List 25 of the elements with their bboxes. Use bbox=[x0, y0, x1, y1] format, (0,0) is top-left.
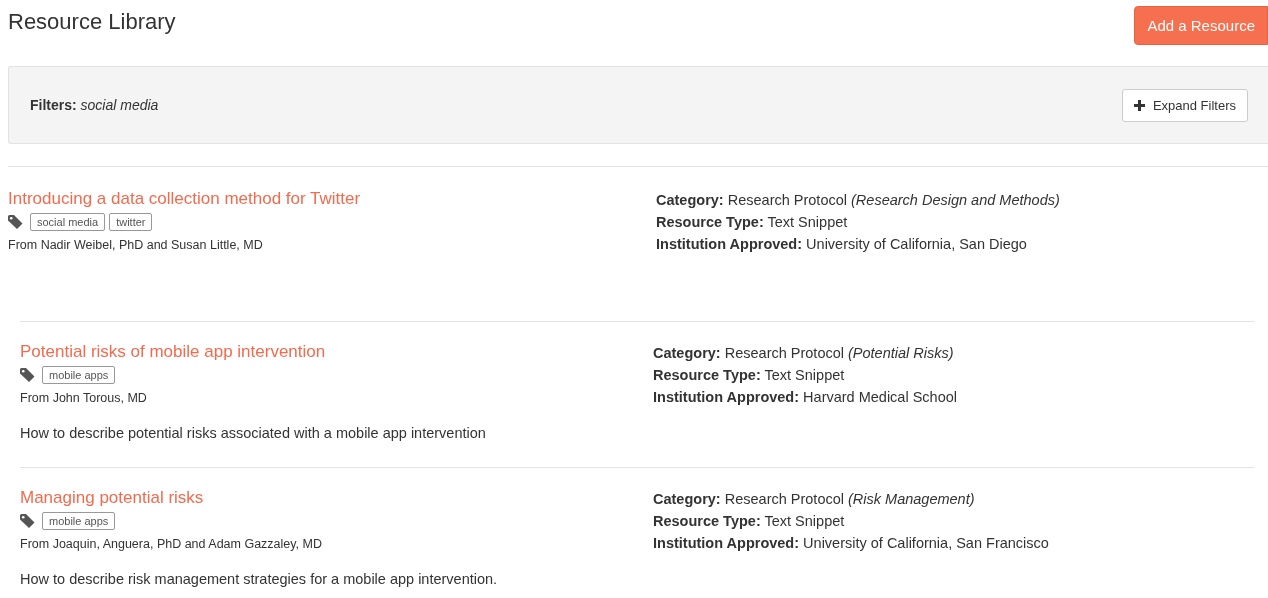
author-text: From Joaquin, Anguera, PhD and Adam Gazzaley, MD bbox=[20, 537, 323, 551]
tag-icon bbox=[20, 514, 35, 528]
tag-icon bbox=[8, 215, 23, 229]
tag-label[interactable]: social media bbox=[30, 213, 106, 231]
tag-icon bbox=[20, 368, 35, 382]
detail-line: Resource Type: Text Snippet bbox=[653, 512, 846, 531]
tag-label[interactable]: twitter bbox=[109, 213, 153, 231]
detail-line: Category: Research Protocol (Risk Management) bbox=[653, 490, 976, 509]
author-text: From Nadir Weibel, PhD and Susan Little, MD bbox=[8, 238, 264, 252]
author-text: From John Torous, MD bbox=[20, 391, 148, 405]
detail-line: Category: Research Protocol (Potential Risks) bbox=[653, 344, 955, 363]
filters-text: Filters: social media bbox=[30, 97, 159, 113]
tag-label[interactable]: mobile apps bbox=[42, 512, 116, 530]
detail-line: Institution Approved: University of California, San Diego bbox=[656, 235, 1028, 254]
plus-icon bbox=[1133, 99, 1145, 111]
detail-line: Resource Type: Text Snippet bbox=[653, 366, 846, 385]
tag-label[interactable]: mobile apps bbox=[42, 366, 116, 384]
detail-line: Institution Approved: Harvard Medical School bbox=[653, 388, 958, 407]
resource-description: How to describe risk management strategies for a mobile app intervention. bbox=[20, 571, 499, 587]
detail-line: Institution Approved: University of California, San Francisco bbox=[653, 534, 1049, 553]
detail-line: Category: Research Protocol (Research Design and Methods) bbox=[656, 191, 1060, 210]
page-title: Resource Library bbox=[8, 9, 176, 35]
detail-line: Resource Type: Text Snippet bbox=[656, 213, 849, 232]
expand-filters-button[interactable]: Expand Filters bbox=[1121, 88, 1248, 122]
resource-description: How to describe potential risks associated with a mobile app intervention bbox=[20, 425, 487, 441]
